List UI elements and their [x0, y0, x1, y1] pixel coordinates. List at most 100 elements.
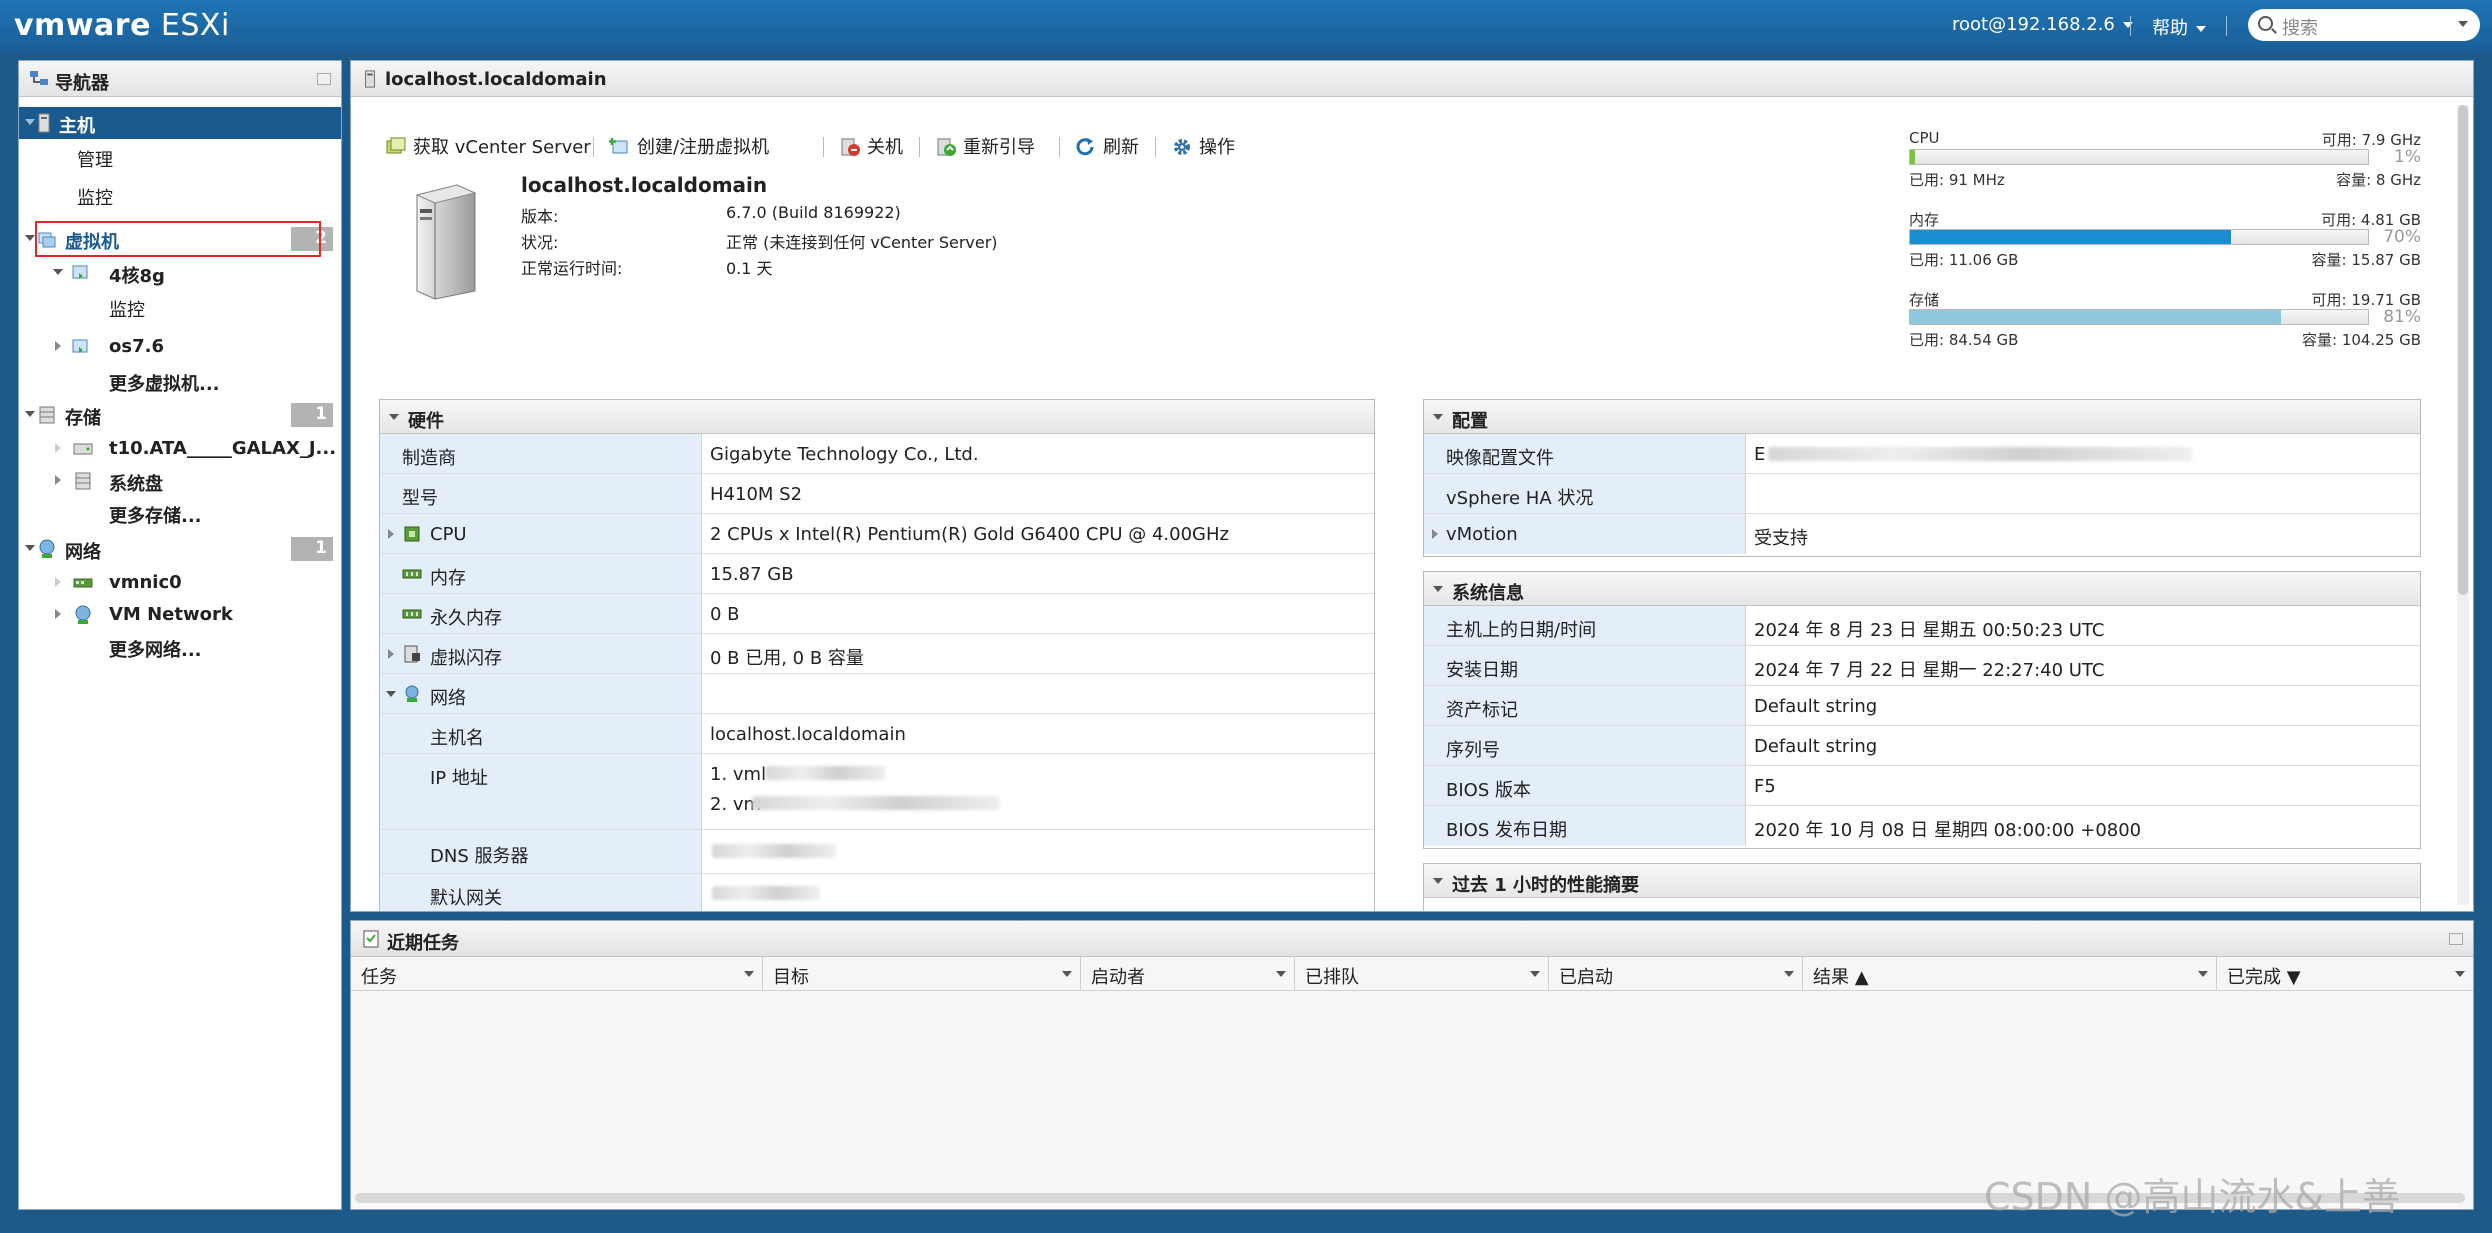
- nav-network[interactable]: 网络 1: [19, 533, 341, 565]
- nav-storage-item[interactable]: 系统盘: [19, 465, 341, 497]
- nav-network-item[interactable]: vmnic0: [19, 567, 341, 599]
- collapse-arrow-icon[interactable]: [1433, 414, 1443, 420]
- toolbar-divider: [919, 137, 920, 157]
- chevron-down-icon[interactable]: [2198, 971, 2208, 977]
- row-value: H410M S2: [710, 484, 803, 505]
- sysinfo-row: 序列号 Default string: [1424, 726, 2420, 766]
- nav-storage-item[interactable]: t10.ATA_____GALAX_J...: [19, 433, 341, 465]
- expand-arrow-icon[interactable]: [55, 341, 61, 351]
- top-bar: vmware ESXi root@192.168.2.6 帮助 搜索: [0, 0, 2492, 52]
- chevron-down-icon[interactable]: [744, 971, 754, 977]
- chevron-down-icon[interactable]: [2455, 971, 2465, 977]
- row-label: 内存: [430, 568, 466, 589]
- row-value: Default string: [1754, 696, 1878, 717]
- nav-vm-os76[interactable]: os7.6: [19, 331, 341, 363]
- nav-item-label: 4核8g: [109, 266, 165, 287]
- nav-item-label: 更多虚拟机...: [109, 374, 220, 395]
- nav-host[interactable]: 主机: [19, 107, 341, 139]
- config-row-vmotion[interactable]: vMotion 受支持: [1424, 514, 2420, 554]
- vcenter-icon: [386, 137, 406, 154]
- expand-arrow-icon[interactable]: [388, 529, 394, 539]
- nav-more-storage[interactable]: 更多存储...: [19, 497, 341, 529]
- network-icon: [405, 685, 419, 702]
- collapse-arrow-icon[interactable]: [25, 411, 35, 417]
- scrollbar-thumb[interactable]: [2458, 105, 2468, 595]
- hardware-header[interactable]: 硬件: [380, 400, 1374, 434]
- meter-name: 存储: [1909, 291, 1940, 309]
- nav-more-network[interactable]: 更多网络...: [19, 631, 341, 663]
- collapse-arrow-icon[interactable]: [389, 414, 399, 420]
- expand-arrow-icon[interactable]: [55, 475, 61, 485]
- row-label: 资产标记: [1446, 700, 1518, 721]
- chevron-down-icon[interactable]: [1062, 971, 1072, 977]
- chevron-down-icon[interactable]: [2458, 21, 2468, 27]
- meter-percent: 81%: [2383, 307, 2421, 327]
- collapse-arrow-icon[interactable]: [25, 235, 35, 241]
- performance-header[interactable]: 过去 1 小时的性能摘要: [1424, 864, 2420, 898]
- nav-more-vms[interactable]: 更多虚拟机...: [19, 365, 341, 397]
- expand-arrow-icon[interactable]: [388, 649, 394, 659]
- nav-host-monitor[interactable]: 监控: [19, 179, 341, 211]
- hardware-row-cpu[interactable]: CPU 2 CPUs x Intel(R) Pentium(R) Gold G64…: [380, 514, 1374, 554]
- column-header-completed[interactable]: 已完成 ▼: [2217, 957, 2473, 991]
- column-header-result[interactable]: 结果 ▲: [1803, 957, 2217, 991]
- storage-icon: [39, 406, 55, 424]
- hardware-row-vflash[interactable]: 虚拟闪存 0 B 已用, 0 B 容量: [380, 634, 1374, 674]
- sysinfo-row: 安装日期 2024 年 7 月 22 日 星期一 22:27:40 UTC: [1424, 646, 2420, 686]
- summary-label: 版本:: [521, 207, 559, 226]
- meter-fill: [1910, 230, 2231, 244]
- collapse-arrow-icon[interactable]: [25, 545, 35, 551]
- nav-network-item[interactable]: VM Network: [19, 599, 341, 631]
- collapse-panel-icon[interactable]: [317, 73, 331, 85]
- chevron-down-icon[interactable]: [1784, 971, 1794, 977]
- reboot-button[interactable]: 重新引导: [935, 133, 1035, 159]
- column-header-initiator[interactable]: 启动者: [1081, 957, 1295, 991]
- chevron-down-icon[interactable]: [1276, 971, 1286, 977]
- user-menu[interactable]: root@192.168.2.6: [1952, 14, 2133, 35]
- expand-arrow-icon[interactable]: [1432, 529, 1438, 539]
- column-header-target[interactable]: 目标: [763, 957, 1081, 991]
- nav-host-manage[interactable]: 管理: [19, 141, 341, 173]
- collapse-arrow-icon[interactable]: [25, 119, 35, 125]
- row-label: 安装日期: [1446, 660, 1518, 681]
- shutdown-button[interactable]: 关机: [839, 133, 903, 159]
- get-vcenter-button[interactable]: 获取 vCenter Server: [385, 133, 591, 159]
- row-value: Default string: [1754, 736, 1878, 757]
- row-label: 默认网关: [430, 888, 502, 909]
- hardware-row-gateway: 默认网关: [380, 874, 1374, 911]
- collapse-arrow-icon[interactable]: [53, 269, 63, 275]
- row-value: 2020 年 10 月 08 日 星期四 08:00:00 +0800: [1754, 820, 2142, 841]
- collapse-arrow-icon[interactable]: [386, 691, 396, 697]
- create-vm-button[interactable]: 创建/注册虚拟机: [609, 133, 769, 159]
- hardware-row-network[interactable]: 网络: [380, 674, 1374, 714]
- actions-button[interactable]: 操作: [1171, 133, 1235, 159]
- column-label: 已完成 ▼: [2227, 967, 2301, 988]
- collapse-panel-icon[interactable]: [2449, 933, 2463, 945]
- refresh-button[interactable]: 刷新: [1075, 133, 1139, 159]
- column-header-queued[interactable]: 已排队: [1295, 957, 1549, 991]
- collapse-arrow-icon[interactable]: [1433, 878, 1443, 884]
- collapse-arrow-icon[interactable]: [1433, 586, 1443, 592]
- server-icon: [415, 184, 477, 300]
- nic-icon: [73, 578, 93, 588]
- nav-storage[interactable]: 存储 1: [19, 399, 341, 431]
- chevron-down-icon[interactable]: [1530, 971, 1540, 977]
- vertical-scrollbar[interactable]: [2457, 105, 2469, 905]
- help-menu[interactable]: 帮助: [2152, 14, 2206, 40]
- nav-item-label: t10.ATA_____GALAX_J...: [109, 438, 337, 459]
- search-icon: [2258, 16, 2273, 31]
- config-header[interactable]: 配置: [1424, 400, 2420, 434]
- nav-vm-4c8g-monitor[interactable]: 监控: [19, 291, 341, 323]
- search-input[interactable]: 搜索: [2248, 9, 2480, 41]
- redacted-value: [766, 766, 886, 780]
- column-header-started[interactable]: 已启动: [1549, 957, 1803, 991]
- row-value: 15.87 GB: [710, 564, 794, 585]
- nav-vm-4c8g[interactable]: 4核8g: [19, 257, 341, 289]
- host-tab-title: localhost.localdomain: [385, 69, 607, 90]
- column-header-task[interactable]: 任务: [351, 957, 763, 991]
- meter-used: 已用: 84.54 GB: [1909, 331, 2019, 349]
- host-icon: [38, 113, 50, 133]
- system-info-header[interactable]: 系统信息: [1424, 572, 2420, 606]
- expand-arrow-icon[interactable]: [55, 609, 61, 619]
- row-label: 制造商: [402, 448, 456, 469]
